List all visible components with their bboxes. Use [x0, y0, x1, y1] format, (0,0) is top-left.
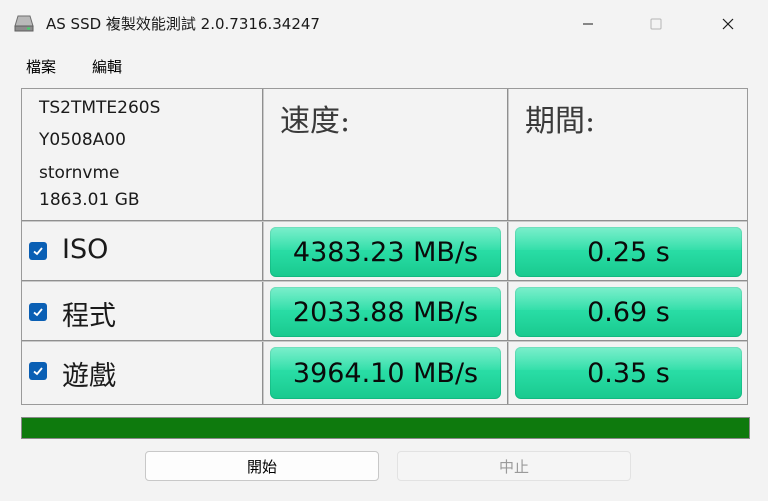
stop-button[interactable]: 中止: [397, 451, 631, 481]
drive-model: TS2TMTE260S: [39, 98, 161, 118]
hdd-icon: [14, 14, 34, 32]
grid-divider: [22, 220, 747, 222]
game-time-result: 0.35 s: [515, 347, 742, 399]
drive-driver: stornvme: [39, 163, 120, 183]
checkmark-icon: [33, 247, 43, 256]
game-speed-value: 3964.10 MB/s: [292, 357, 479, 389]
checkmark-icon: [33, 367, 43, 376]
menu-edit[interactable]: 編輯: [92, 56, 122, 77]
iso-time-value: 0.25 s: [587, 236, 670, 268]
maximize-icon: [650, 18, 662, 30]
game-label: 遊戲: [62, 361, 116, 392]
program-checkbox[interactable]: [29, 303, 47, 321]
time-header: 期間:: [525, 104, 596, 139]
close-button[interactable]: [700, 0, 756, 48]
game-speed-result: 3964.10 MB/s: [270, 347, 501, 399]
progress-bar: [21, 417, 750, 439]
program-label: 程式: [62, 301, 116, 332]
title-bar[interactable]: AS SSD 複製效能測試 2.0.7316.34247: [0, 0, 768, 48]
drive-firmware: Y0508A00: [39, 130, 126, 150]
grid-divider: [22, 280, 747, 282]
checkmark-icon: [33, 308, 43, 317]
menu-bar: 檔案 編輯: [0, 48, 768, 82]
minimize-button[interactable]: [560, 0, 616, 48]
grid-divider: [22, 340, 747, 342]
program-time-value: 0.69 s: [587, 296, 670, 328]
game-checkbox[interactable]: [29, 362, 47, 380]
menu-file[interactable]: 檔案: [26, 56, 56, 77]
iso-checkbox[interactable]: [29, 242, 47, 260]
window-title: AS SSD 複製效能測試 2.0.7316.34247: [46, 15, 320, 33]
start-button[interactable]: 開始: [145, 451, 379, 481]
program-time-result: 0.69 s: [515, 287, 742, 337]
minimize-icon: [583, 23, 593, 25]
drive-size: 1863.01 GB: [39, 190, 140, 210]
program-speed-value: 2033.88 MB/s: [292, 296, 479, 328]
grid-divider: [507, 89, 509, 404]
iso-speed-result: 4383.23 MB/s: [270, 227, 501, 277]
grid-divider: [262, 89, 264, 404]
program-speed-result: 2033.88 MB/s: [270, 287, 501, 337]
speed-header: 速度:: [280, 104, 351, 139]
maximize-button: [628, 0, 684, 48]
iso-speed-value: 4383.23 MB/s: [292, 236, 479, 268]
iso-label: ISO: [62, 234, 109, 265]
iso-time-result: 0.25 s: [515, 227, 742, 277]
close-icon: [722, 18, 734, 30]
progress-fill: [22, 418, 749, 438]
game-time-value: 0.35 s: [587, 357, 670, 389]
